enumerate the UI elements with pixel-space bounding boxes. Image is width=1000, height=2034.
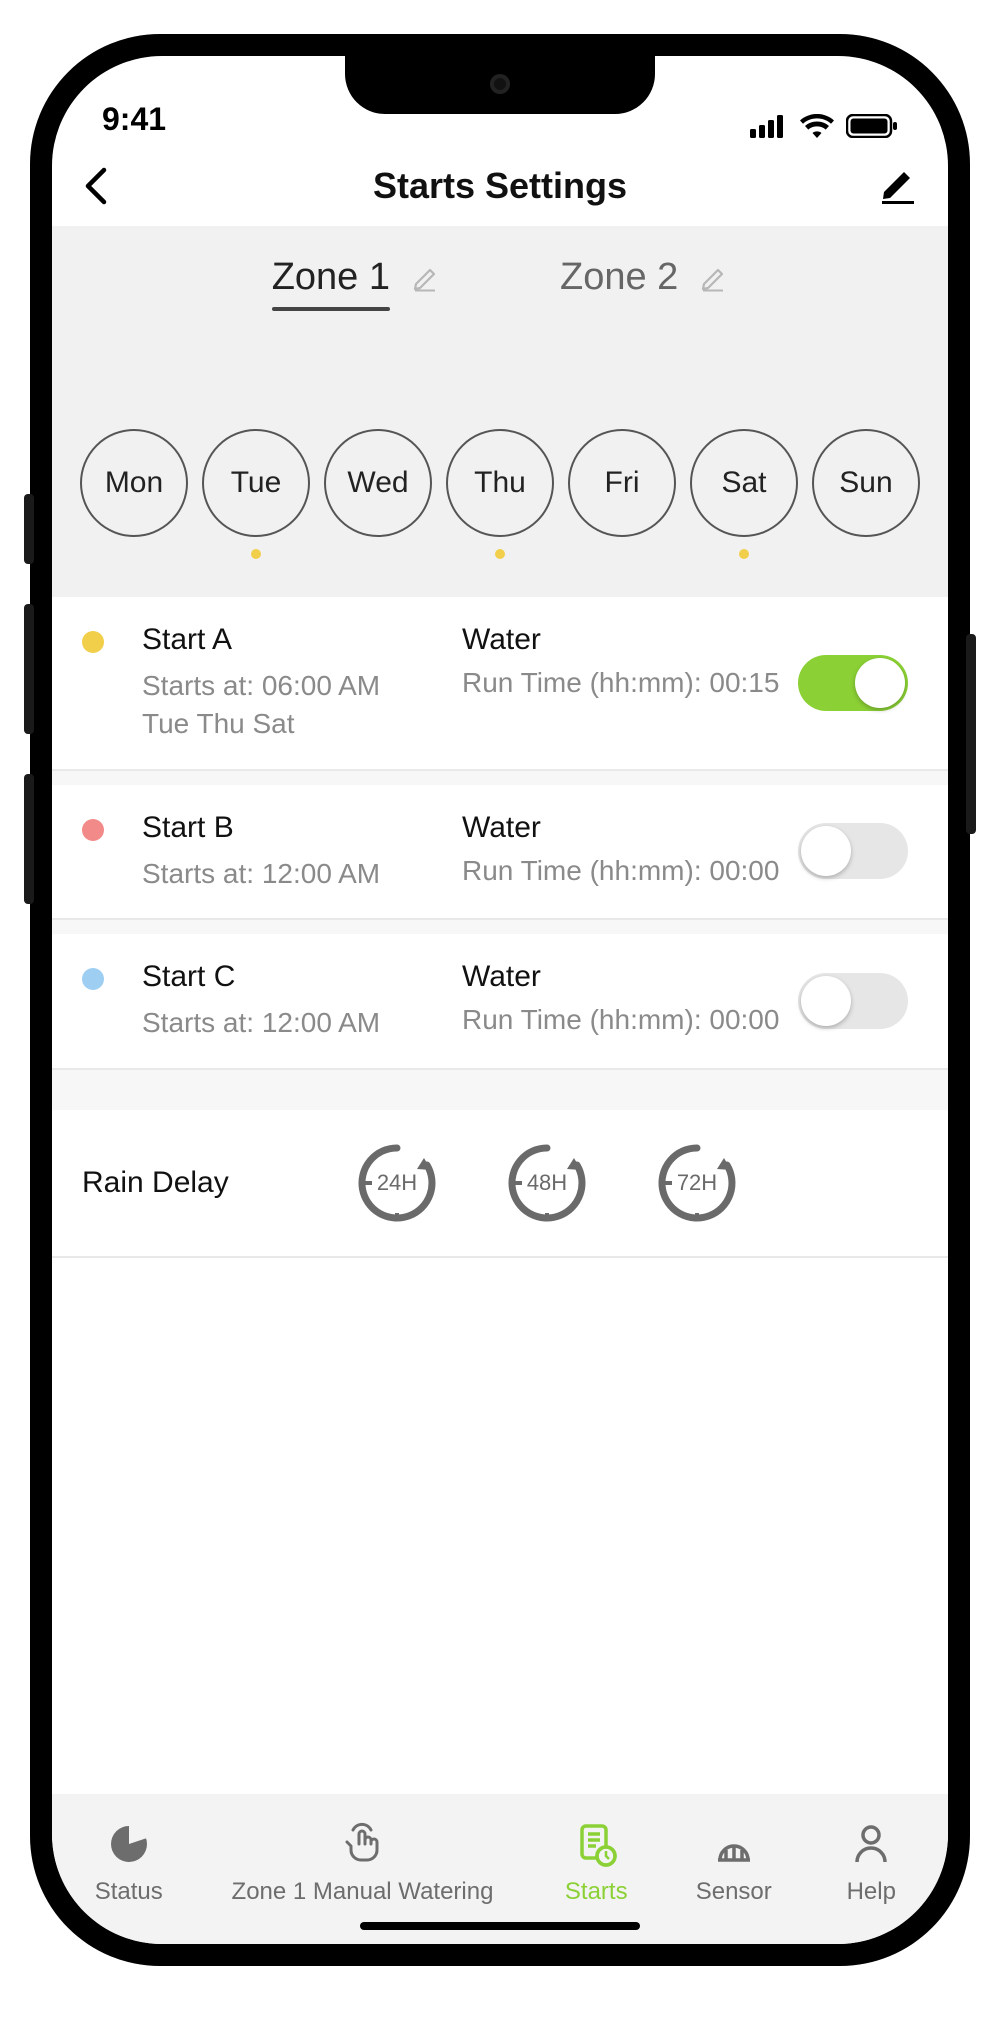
tab-label: Status (95, 1878, 163, 1906)
wifi-icon (800, 114, 834, 138)
start-mode: Water (462, 811, 788, 845)
start-mode: Water (462, 623, 788, 657)
rain-delay-row: Rain Delay 24H 48H 72H (52, 1110, 948, 1258)
tab-help[interactable]: Help (803, 1820, 941, 1906)
tab-status[interactable]: Status (60, 1820, 198, 1906)
day-scheduled-dot (739, 549, 749, 559)
pencil-icon[interactable] (412, 264, 440, 292)
rain-delay-48h[interactable]: 48H (502, 1138, 592, 1228)
start-toggle[interactable] (798, 973, 908, 1029)
start-toggle[interactable] (798, 655, 908, 711)
start-time: Starts at: 12:00 AM (142, 1004, 452, 1042)
start-row-c[interactable]: Start C Starts at: 12:00 AM Water Run Ti… (52, 934, 948, 1070)
zone-section: Zone 1 Zone 2 Mon Tue Wed Thu Fri Sat Sun (52, 226, 948, 597)
zone-tab-label: Zone 1 (272, 256, 390, 299)
day-label: Sun (839, 466, 892, 500)
day-scheduled-dot (495, 549, 505, 559)
zone-tab-1[interactable]: Zone 1 (272, 256, 440, 299)
status-icon (105, 1820, 153, 1868)
rain-delay-title: Rain Delay (82, 1166, 312, 1200)
home-indicator (360, 1922, 640, 1930)
rain-delay-24h[interactable]: 24H (352, 1138, 442, 1228)
start-row-a[interactable]: Start A Starts at: 06:00 AM Tue Thu Sat … (52, 597, 948, 771)
day-sun[interactable]: Sun (812, 429, 920, 537)
zone-tab-label: Zone 2 (560, 256, 678, 299)
day-label: Mon (105, 466, 163, 500)
day-mon[interactable]: Mon (80, 429, 188, 537)
start-color-dot (82, 819, 104, 841)
rain-delay-label: 48H (527, 1170, 567, 1196)
back-button[interactable] (82, 166, 110, 206)
start-name: Start C (142, 960, 452, 994)
tap-icon (339, 1820, 387, 1868)
start-mode: Water (462, 960, 788, 994)
start-row-b[interactable]: Start B Starts at: 12:00 AM Water Run Ti… (52, 785, 948, 921)
start-runtime: Run Time (hh:mm): 00:00 (462, 1004, 788, 1036)
tab-sensor[interactable]: Sensor (665, 1820, 803, 1906)
start-name: Start A (142, 623, 452, 657)
day-label: Fri (605, 466, 640, 500)
battery-icon (846, 114, 898, 138)
status-time: 9:41 (102, 101, 166, 138)
rain-delay-72h[interactable]: 72H (652, 1138, 742, 1228)
start-color-dot (82, 631, 104, 653)
cellular-icon (750, 114, 788, 138)
page-title: Starts Settings (52, 165, 948, 207)
tab-starts[interactable]: Starts (528, 1820, 666, 1906)
start-color-dot (82, 968, 104, 990)
day-label: Sat (721, 466, 766, 500)
day-scheduled-dot (251, 549, 261, 559)
start-days: Tue Thu Sat (142, 705, 452, 743)
rain-delay-label: 24H (377, 1170, 417, 1196)
tab-label: Help (847, 1878, 896, 1906)
start-name: Start B (142, 811, 452, 845)
start-time: Starts at: 06:00 AM (142, 667, 452, 705)
start-runtime: Run Time (hh:mm): 00:15 (462, 667, 788, 699)
day-label: Tue (231, 466, 282, 500)
sensor-icon (710, 1820, 758, 1868)
day-fri[interactable]: Fri (568, 429, 676, 537)
person-icon (847, 1820, 895, 1868)
tab-label: Sensor (696, 1878, 772, 1906)
day-wed[interactable]: Wed (324, 429, 432, 537)
start-runtime: Run Time (hh:mm): 00:00 (462, 855, 788, 887)
day-tue[interactable]: Tue (202, 429, 310, 537)
day-label: Wed (347, 466, 408, 500)
rain-delay-label: 72H (677, 1170, 717, 1196)
pencil-icon[interactable] (700, 264, 728, 292)
start-time: Starts at: 12:00 AM (142, 855, 452, 893)
day-selector: Mon Tue Wed Thu Fri Sat Sun (52, 309, 948, 597)
nav-header: Starts Settings (52, 146, 948, 226)
day-thu[interactable]: Thu (446, 429, 554, 537)
tab-label: Starts (565, 1878, 628, 1906)
starts-list: Start A Starts at: 06:00 AM Tue Thu Sat … (52, 597, 948, 1258)
day-label: Thu (474, 466, 526, 500)
zone-tab-2[interactable]: Zone 2 (560, 256, 728, 299)
tab-zone-1-manual-watering[interactable]: Zone 1 Manual Watering (198, 1820, 528, 1906)
edit-button[interactable] (878, 168, 918, 204)
day-sat[interactable]: Sat (690, 429, 798, 537)
schedule-icon (572, 1820, 620, 1868)
start-toggle[interactable] (798, 823, 908, 879)
tab-label: Zone 1 Manual Watering (232, 1878, 494, 1906)
